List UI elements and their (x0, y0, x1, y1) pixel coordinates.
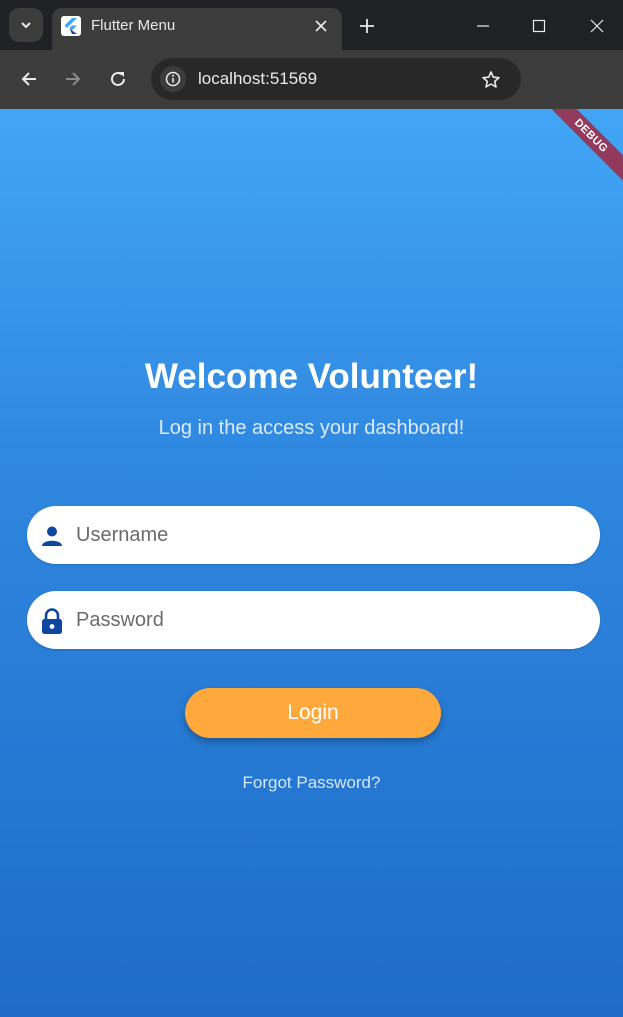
minimize-icon (477, 25, 489, 27)
site-info-button[interactable] (160, 66, 186, 92)
forward-icon (66, 72, 81, 86)
address-bar[interactable]: localhost:51569 (151, 58, 521, 100)
person-icon (40, 523, 64, 549)
minimize-button[interactable] (468, 11, 498, 41)
new-tab-button[interactable] (353, 12, 381, 40)
tab-title: Flutter Menu (91, 17, 176, 34)
debug-banner: DEBUG (535, 109, 623, 192)
star-icon (482, 71, 500, 88)
close-tab-button[interactable] (310, 15, 332, 37)
bookmark-button[interactable] (479, 68, 503, 92)
browser-toolbar: localhost:51569 (0, 50, 623, 141)
site-info-icon (165, 71, 181, 87)
subtitle: Log in the access your dashboard! (158, 417, 465, 439)
close-icon (315, 20, 327, 32)
reload-button[interactable] (103, 64, 133, 94)
login-screen: DEBUG Welcome Volunteer! Log in the acce… (0, 109, 623, 1017)
close-icon (590, 19, 604, 33)
tab-strip: Flutter Menu (0, 0, 623, 50)
maximize-icon (532, 19, 546, 33)
back-icon (21, 72, 36, 86)
maximize-button[interactable] (524, 11, 554, 41)
close-window-button[interactable] (582, 11, 612, 41)
forgot-password-link[interactable]: Forgot Password? (0, 773, 623, 793)
url-text: localhost:51569 (198, 69, 318, 88)
welcome-title: Welcome Volunteer! (144, 357, 479, 396)
tab-search-button[interactable] (9, 8, 43, 42)
flutter-logo-icon (61, 16, 81, 36)
back-button[interactable] (14, 64, 44, 94)
password-input[interactable] (76, 591, 576, 649)
login-button[interactable]: Login (185, 688, 441, 738)
reload-icon (111, 71, 125, 86)
username-input[interactable] (76, 506, 576, 564)
password-field[interactable] (27, 591, 600, 649)
forward-button[interactable] (58, 64, 88, 94)
lock-icon (40, 607, 64, 634)
browser-tab[interactable]: Flutter Menu (52, 8, 342, 50)
chevron-down-icon (21, 22, 31, 29)
plus-icon (360, 19, 374, 33)
username-field[interactable] (27, 506, 600, 564)
